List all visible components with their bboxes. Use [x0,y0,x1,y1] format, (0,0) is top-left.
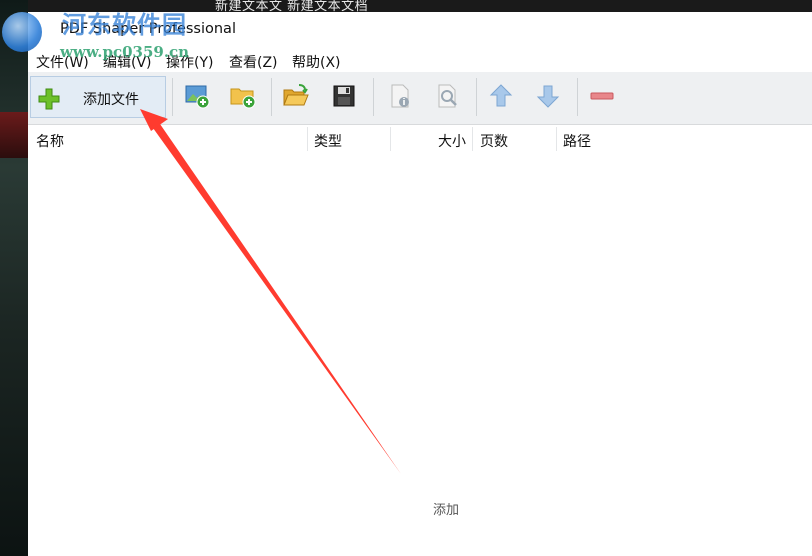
annotation-arrow [140,109,401,474]
